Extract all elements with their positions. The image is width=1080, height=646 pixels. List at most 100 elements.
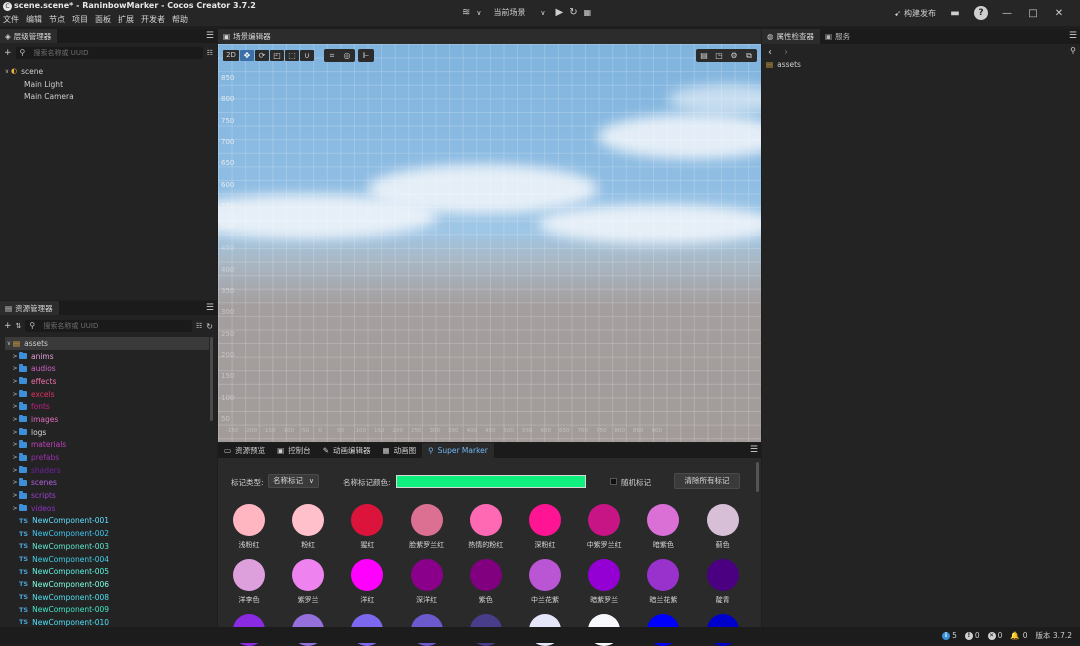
tree-node-folder[interactable]: > scripts xyxy=(5,489,217,502)
tree-node-folder[interactable]: > anims xyxy=(5,350,217,363)
menu-edit[interactable]: 编辑 xyxy=(26,14,42,25)
menu-panel[interactable]: 面板 xyxy=(95,14,111,25)
tab-asset-preview[interactable]: ▭ 资源预览 xyxy=(218,443,271,458)
minimize-icon[interactable]: — xyxy=(1000,8,1014,19)
qrcode-icon[interactable]: ▦ xyxy=(584,5,592,21)
chevron-right-icon[interactable]: > xyxy=(11,429,19,436)
chevron-right-icon[interactable]: > xyxy=(11,378,19,385)
tree-node-folder[interactable]: > prefabs xyxy=(5,451,217,464)
menu-icon[interactable]: ☰ xyxy=(1069,31,1077,41)
color-swatch[interactable] xyxy=(647,559,680,591)
maximize-icon[interactable]: □ xyxy=(1026,8,1040,19)
list-icon[interactable]: ☷ xyxy=(196,322,202,330)
tree-node-script[interactable]: TS NewComponent-008 xyxy=(5,591,217,604)
tab-hierarchy[interactable]: ◈ 层级管理器 xyxy=(0,29,58,43)
assets-search-input[interactable]: ⚲ 搜索名称或 UUID xyxy=(25,320,193,332)
tree-node-script[interactable]: TS NewComponent-010 xyxy=(5,616,217,627)
help-icon[interactable]: ? xyxy=(974,6,988,20)
color-swatch[interactable] xyxy=(706,559,739,591)
tree-node-scene[interactable]: ∨ ◐ scene xyxy=(3,65,217,78)
chevron-right-icon[interactable]: > xyxy=(11,365,19,372)
chevron-right-icon[interactable]: > xyxy=(11,441,19,448)
tab-scene-editor[interactable]: ▣ 场景编辑器 xyxy=(218,29,761,44)
tree-node-main-light[interactable]: Main Light xyxy=(3,78,217,91)
color-swatch[interactable] xyxy=(410,559,443,591)
chevron-down-icon[interactable]: ∨ xyxy=(476,5,481,21)
play-icon[interactable]: ▶ xyxy=(556,5,564,21)
menu-extension[interactable]: 扩展 xyxy=(118,14,134,25)
tree-node-folder[interactable]: > excels xyxy=(5,388,217,401)
color-swatch[interactable] xyxy=(469,559,502,591)
tree-node-folder[interactable]: > logs xyxy=(5,426,217,439)
color-swatch[interactable] xyxy=(351,504,384,536)
folder-icon[interactable]: ▬ xyxy=(948,8,962,19)
tree-node-folder[interactable]: > fonts xyxy=(5,400,217,413)
color-swatch[interactable] xyxy=(410,504,443,536)
tree-node-folder[interactable]: > scenes xyxy=(5,477,217,490)
marker-color-picker[interactable] xyxy=(396,475,586,488)
tree-node-script[interactable]: TS NewComponent-003 xyxy=(5,540,217,553)
rect-tool-icon[interactable]: ⬚ xyxy=(285,50,299,61)
chevron-right-icon[interactable]: > xyxy=(11,403,19,410)
marker-type-select[interactable]: 名称标记 ∨ xyxy=(268,474,319,488)
tree-node-folder[interactable]: > effects xyxy=(5,375,217,388)
clear-markers-button[interactable]: 清除所有标记 xyxy=(674,473,740,489)
mode-2d-button[interactable]: 2D xyxy=(223,50,239,61)
info-count[interactable]: i5 xyxy=(942,631,957,640)
tab-assets[interactable]: ▤ 资源管理器 xyxy=(0,301,59,315)
error-count[interactable]: ✕ 0 xyxy=(987,631,1002,640)
color-swatch[interactable] xyxy=(529,504,561,536)
warn-count[interactable]: ! 0 xyxy=(964,631,980,640)
camera-icon[interactable]: ◳ xyxy=(712,50,726,61)
add-icon[interactable]: + xyxy=(4,48,12,58)
grid-view-icon[interactable]: ▤ xyxy=(697,50,711,61)
color-swatch[interactable] xyxy=(233,504,265,536)
color-swatch[interactable] xyxy=(292,559,325,591)
chevron-right-icon[interactable]: > xyxy=(11,391,19,398)
tab-super-marker[interactable]: ⚲ Super Marker xyxy=(422,443,494,458)
tab-console[interactable]: ▣ 控制台 xyxy=(271,443,317,458)
close-icon[interactable]: ✕ xyxy=(1052,8,1066,19)
scrollbar[interactable] xyxy=(756,462,759,492)
color-swatch[interactable] xyxy=(588,559,621,591)
pin-icon[interactable]: ⚲ xyxy=(1070,46,1076,55)
back-icon[interactable]: ‹ xyxy=(768,47,772,58)
chevron-right-icon[interactable]: > xyxy=(11,492,19,499)
tree-node-folder[interactable]: > shaders xyxy=(5,464,217,477)
settings-icon[interactable]: ⚙ xyxy=(727,50,741,61)
chevron-right-icon[interactable]: > xyxy=(11,467,19,474)
color-swatch[interactable] xyxy=(233,559,265,591)
build-button[interactable]: ➹ 构建发布 xyxy=(894,8,936,19)
tree-node-main-camera[interactable]: Main Camera xyxy=(3,90,217,103)
tree-node-folder[interactable]: > materials xyxy=(5,439,217,452)
snap-tool-icon[interactable]: ∪ xyxy=(300,50,314,61)
tree-node-script[interactable]: TS NewComponent-006 xyxy=(5,578,217,591)
chevron-right-icon[interactable]: > xyxy=(11,505,19,512)
color-swatch[interactable] xyxy=(469,504,502,536)
chevron-right-icon[interactable]: > xyxy=(11,479,19,486)
color-swatch[interactable] xyxy=(706,504,739,536)
tree-node-folder[interactable]: > images xyxy=(5,413,217,426)
menu-file[interactable]: 文件 xyxy=(3,14,19,25)
tree-node-folder[interactable]: > audios xyxy=(5,362,217,375)
chevron-down-icon[interactable]: ∨ xyxy=(5,340,13,347)
rotate-tool-icon[interactable]: ⟳ xyxy=(255,50,269,61)
add-icon[interactable]: + xyxy=(4,321,12,331)
color-swatch[interactable] xyxy=(529,559,561,591)
menu-project[interactable]: 项目 xyxy=(72,14,88,25)
chevron-down-icon[interactable]: ∨ xyxy=(3,68,11,75)
sort-icon[interactable]: ⇅ xyxy=(16,322,22,330)
screenshot-icon[interactable]: ⧉ xyxy=(742,50,756,61)
menu-icon[interactable]: ☰ xyxy=(206,303,214,313)
layers-icon[interactable]: ≋ xyxy=(462,5,470,21)
color-swatch[interactable] xyxy=(647,504,680,536)
scene-viewport[interactable]: 850 800 750 700 650 600 550 500 450 400 350 300 250 2… xyxy=(218,44,761,442)
move-tool-icon[interactable]: ✥ xyxy=(240,50,254,61)
tab-services[interactable]: ▣ 服务 xyxy=(820,29,856,44)
random-marker-checkbox[interactable] xyxy=(610,478,617,485)
menu-icon[interactable]: ☰ xyxy=(206,31,214,41)
notification-count[interactable]: 🔔 0 xyxy=(1010,631,1027,640)
pivot-icon[interactable]: ⌗ xyxy=(325,50,339,61)
menu-help[interactable]: 帮助 xyxy=(172,14,188,25)
tree-node-folder[interactable]: > videos xyxy=(5,502,217,515)
